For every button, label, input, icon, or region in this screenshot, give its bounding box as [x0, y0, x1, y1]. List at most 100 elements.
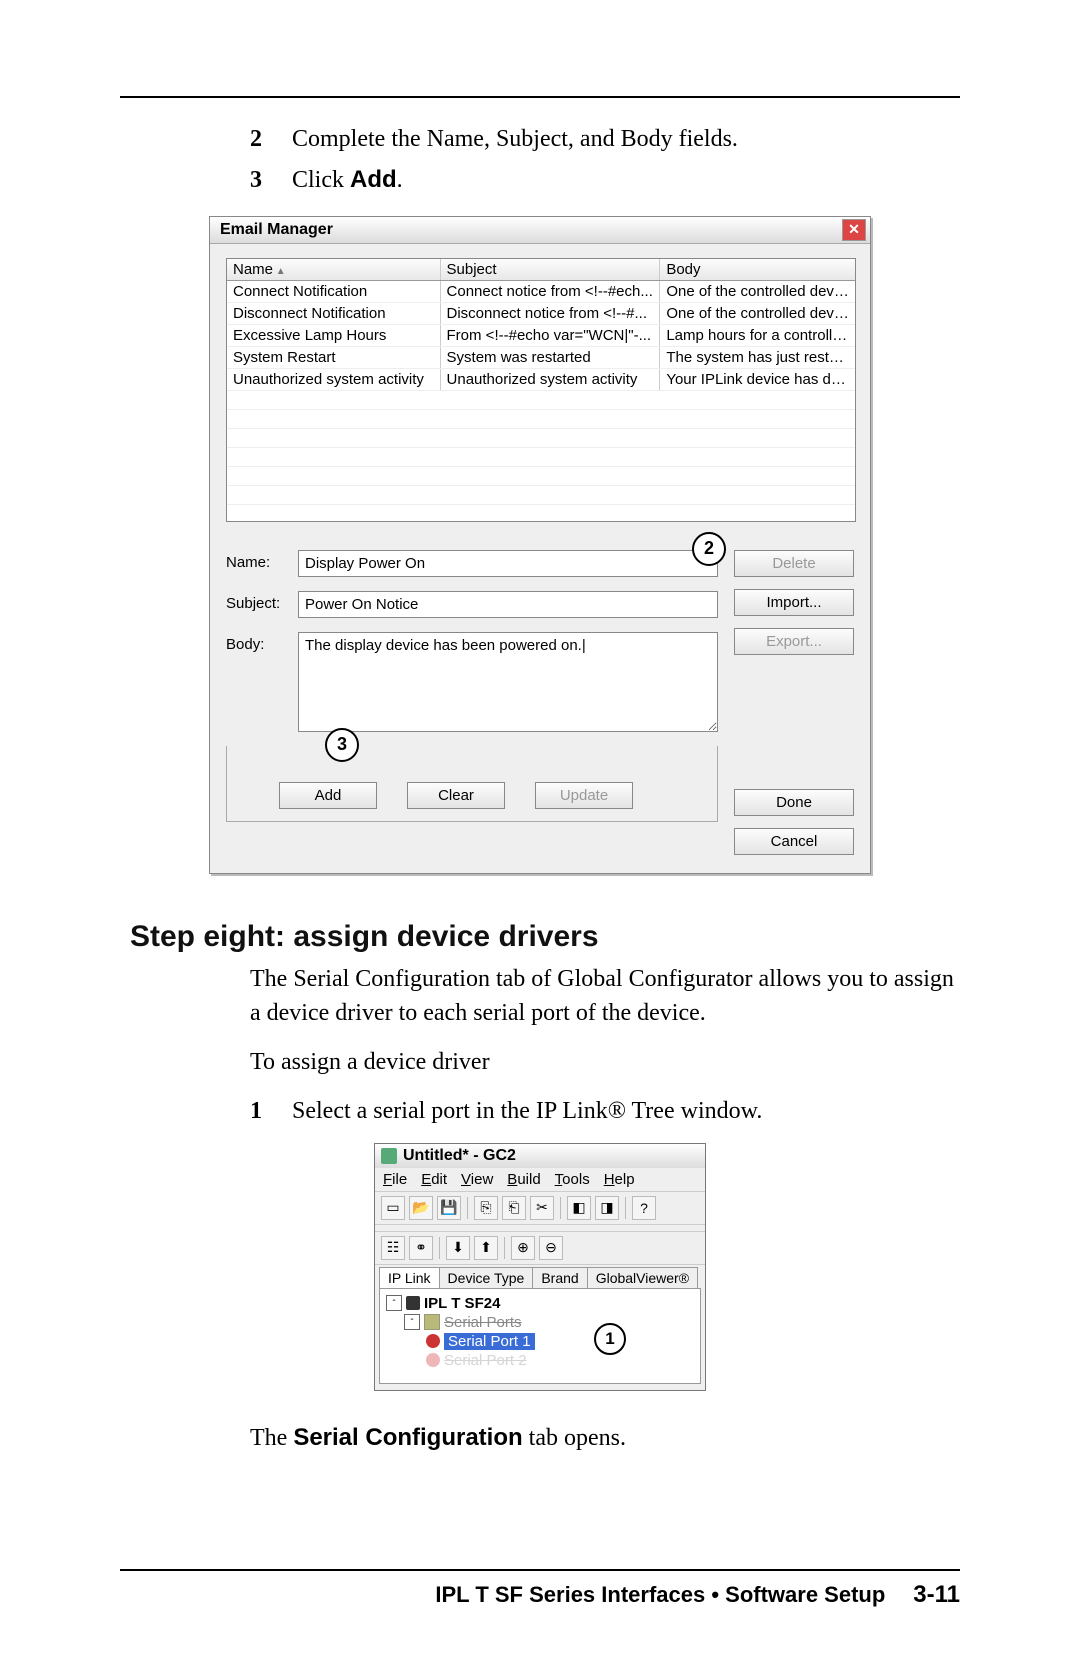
step-3: 3 Click Add. — [250, 163, 960, 198]
table-cell: Excessive Lamp Hours — [227, 325, 441, 346]
page-footer: IPL T SF Series Interfaces • Software Se… — [120, 1569, 960, 1609]
gc2-titlebar: Untitled* - GC2 — [375, 1144, 705, 1168]
tab-iplink[interactable]: IP Link — [379, 1267, 440, 1288]
subject-input[interactable] — [298, 591, 718, 618]
device-icon — [406, 1296, 420, 1310]
body-label: Body: — [226, 632, 298, 653]
table-row[interactable]: System RestartSystem was restartedThe sy… — [227, 347, 855, 369]
table-row[interactable]: Disconnect NotificationDisconnect notice… — [227, 303, 855, 325]
separator — [439, 1237, 440, 1259]
table-cell: The system has just restarted. — [660, 347, 855, 368]
done-button[interactable]: Done — [734, 789, 854, 816]
tree-root[interactable]: - IPL T SF24 — [386, 1295, 694, 1312]
cut-icon[interactable]: ✂ — [530, 1196, 554, 1220]
tree-item-label: Serial Port 2 — [444, 1352, 527, 1369]
table-row[interactable]: Excessive Lamp HoursFrom <!--#echo var="… — [227, 325, 855, 347]
table-cell: Connect notice from <!--#ech... — [441, 281, 661, 302]
step-number: 1 — [250, 1094, 292, 1129]
top-rule — [120, 96, 960, 98]
new-icon[interactable]: ▭ — [381, 1196, 405, 1220]
table-cell: One of the controlled devices... — [660, 303, 855, 324]
col-header-body[interactable]: Body — [660, 259, 855, 280]
step-1: 1 Select a serial port in the IP Link® T… — [250, 1094, 960, 1129]
closing-para: The Serial Configuration tab opens. — [250, 1421, 960, 1456]
paste-icon[interactable]: ⎗ — [502, 1196, 526, 1220]
text: tab opens. — [523, 1425, 626, 1451]
separator — [504, 1237, 505, 1259]
table-row[interactable]: Connect NotificationConnect notice from … — [227, 281, 855, 303]
close-icon[interactable]: ✕ — [842, 219, 866, 241]
col-header-subject[interactable]: Subject — [441, 259, 661, 280]
tree-root-label: IPL T SF24 — [424, 1295, 500, 1312]
cancel-button[interactable]: Cancel — [734, 828, 854, 855]
export-button[interactable]: Export... — [734, 628, 854, 655]
tree-group[interactable]: - Serial Ports — [386, 1314, 694, 1331]
name-input[interactable] — [298, 550, 718, 577]
table-cell: Lamp hours for a controlled p... — [660, 325, 855, 346]
subject-label: Subject: — [226, 591, 298, 612]
email-table: Name Subject Body Connect NotificationCo… — [226, 258, 856, 522]
table-row[interactable]: Unauthorized system activityUnauthorized… — [227, 369, 855, 391]
menu-build[interactable]: Build — [507, 1171, 540, 1188]
tab-devicetype[interactable]: Device Type — [439, 1267, 534, 1288]
save-icon[interactable]: 💾 — [437, 1196, 461, 1220]
device-icon[interactable]: ☷ — [381, 1236, 405, 1260]
table-cell: System Restart — [227, 347, 441, 368]
table-cell: System was restarted — [441, 347, 661, 368]
menubar: File Edit View Build Tools Help — [375, 1168, 705, 1191]
table-header: Name Subject Body — [227, 259, 855, 281]
app-icon — [381, 1148, 397, 1164]
menu-help[interactable]: Help — [604, 1171, 635, 1188]
step-eight-heading: Step eight: assign device drivers — [130, 920, 960, 954]
open-icon[interactable]: 📂 — [409, 1196, 433, 1220]
menu-edit[interactable]: Edit — [421, 1171, 447, 1188]
step-2: 2 Complete the Name, Subject, and Body f… — [250, 122, 960, 157]
step-text: Select a serial port in the IP Link® Tre… — [292, 1094, 762, 1129]
clear-button[interactable]: Clear — [407, 782, 505, 809]
toolbar-main: ▭ 📂 💾 ⎘ ⎗ ✂ ◧ ◨ ? — [375, 1191, 705, 1225]
footer-page: 3-11 — [913, 1581, 960, 1609]
step-number: 2 — [250, 122, 292, 157]
tab-brand[interactable]: Brand — [532, 1267, 587, 1288]
table-cell: One of the controlled devices... — [660, 281, 855, 302]
callout-3: 3 — [325, 728, 359, 762]
dialog-title: Email Manager — [220, 221, 333, 239]
tree-item-serial-port-2[interactable]: Serial Port 2 — [386, 1352, 694, 1369]
help-icon[interactable]: ? — [632, 1196, 656, 1220]
panel-left-icon[interactable]: ◧ — [567, 1196, 591, 1220]
col-header-name[interactable]: Name — [227, 259, 441, 280]
minus-icon[interactable]: ⊖ — [539, 1236, 563, 1260]
tab-globalviewer[interactable]: GlobalViewer® — [587, 1267, 698, 1288]
delete-button[interactable]: Delete — [734, 550, 854, 577]
callout-1: 1 — [594, 1323, 626, 1355]
add-label-bold: Add — [350, 166, 397, 193]
collapse-icon[interactable]: - — [386, 1295, 402, 1311]
add-button[interactable]: Add — [279, 782, 377, 809]
step-number: 3 — [250, 163, 292, 198]
port-icon — [426, 1353, 440, 1367]
import-button[interactable]: Import... — [734, 589, 854, 616]
text: Click — [292, 167, 350, 193]
copy-icon[interactable]: ⎘ — [474, 1196, 498, 1220]
table-cell: Your IPLink device has dete... — [660, 369, 855, 390]
update-button[interactable]: Update — [535, 782, 633, 809]
footer-title: IPL T SF Series Interfaces • Software Se… — [435, 1582, 885, 1608]
collapse-icon[interactable]: - — [404, 1314, 420, 1330]
body-textarea[interactable] — [298, 632, 718, 732]
plus-icon[interactable]: ⊕ — [511, 1236, 535, 1260]
para-description: The Serial Configuration tab of Global C… — [250, 962, 960, 1032]
table-cell: Connect Notification — [227, 281, 441, 302]
table-cell: Disconnect Notification — [227, 303, 441, 324]
dialog-titlebar: Email Manager ✕ — [210, 217, 870, 244]
text: The — [250, 1425, 293, 1451]
panel-right-icon[interactable]: ◨ — [595, 1196, 619, 1220]
menu-tools[interactable]: Tools — [555, 1171, 590, 1188]
ip-link-tree: - IPL T SF24 - Serial Ports Serial Port … — [379, 1288, 701, 1384]
menu-view[interactable]: View — [461, 1171, 493, 1188]
menu-file[interactable]: File — [383, 1171, 407, 1188]
link-icon[interactable]: ⚭ — [409, 1236, 433, 1260]
tree-item-serial-port-1[interactable]: Serial Port 1 — [386, 1333, 694, 1350]
arrow-down-icon[interactable]: ⬇ — [446, 1236, 470, 1260]
arrow-up-icon[interactable]: ⬆ — [474, 1236, 498, 1260]
serial-config-bold: Serial Configuration — [293, 1424, 522, 1451]
